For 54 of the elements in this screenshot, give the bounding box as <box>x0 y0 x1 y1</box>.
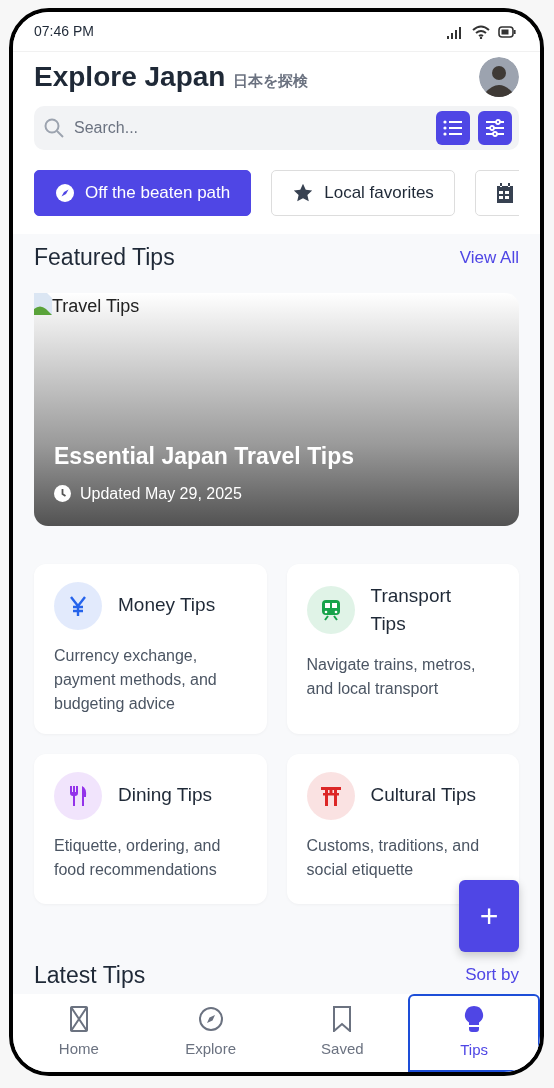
nav-tab[interactable]: Saved <box>276 994 409 1072</box>
list-view-button[interactable] <box>436 111 470 145</box>
frame-icon <box>69 1005 88 1032</box>
category-description: Customs, traditions, and social etiquette <box>306 835 481 880</box>
category-title: Transport Tips <box>370 583 453 636</box>
star-icon <box>292 182 315 204</box>
compass-icon <box>197 1005 224 1032</box>
nav-tab[interactable]: Explore <box>144 994 277 1072</box>
battery-icon <box>498 25 516 38</box>
category-title: Cultural Tips <box>370 783 477 808</box>
category-description: Etiquette, ordering, and food recommendations <box>54 835 222 880</box>
broken-image-icon <box>34 292 52 315</box>
section-heading: Featured Tips <box>34 243 175 272</box>
status-time: 07:46 PM <box>34 22 94 41</box>
section-heading: Latest Tips <box>34 960 146 990</box>
avatar <box>479 57 519 97</box>
signal-icon <box>446 24 464 39</box>
list-icon <box>443 120 463 136</box>
category-card[interactable]: Transport Tips Navigate trains, metros, and local transport <box>286 563 519 734</box>
filter-button[interactable] <box>478 111 512 145</box>
add-button[interactable]: + <box>459 880 519 952</box>
fork-knife-icon <box>68 784 88 807</box>
filter-chip[interactable]: Off the beaten path <box>34 170 252 216</box>
filter-chip[interactable]: Local favorites <box>271 170 455 216</box>
page-title: Explore Japan <box>34 60 226 94</box>
wifi-icon <box>472 24 490 39</box>
category-card[interactable]: Dining Tips Etiquette, ordering, and food recommendations <box>34 753 267 904</box>
search-input[interactable]: Search... <box>72 115 428 141</box>
sliders-icon <box>485 119 505 137</box>
clock-icon <box>54 485 71 502</box>
nav-tab[interactable]: Tips <box>408 994 540 1072</box>
updated-date: Updated May 29, 2025 <box>80 483 242 504</box>
image-alt-text: Travel Tips <box>52 294 140 318</box>
train-icon <box>320 599 341 621</box>
filter-chip[interactable] <box>474 170 519 216</box>
view-all-link[interactable]: View All <box>459 244 519 270</box>
category-description: Currency exchange, payment methods, and budgeting advice <box>54 645 218 714</box>
yen-icon <box>69 594 87 617</box>
bookmark-icon <box>333 1005 352 1032</box>
search-icon <box>44 118 64 138</box>
torii-gate-icon <box>319 784 342 807</box>
search-field[interactable]: Search... <box>34 106 519 150</box>
category-card[interactable]: Cultural Tips Customs, traditions, and social etiquette <box>286 753 519 904</box>
compass-icon <box>55 183 75 203</box>
category-card[interactable]: Money Tips Currency exchange, payment methods, and budgeting advice <box>34 563 267 734</box>
lightbulb-icon <box>463 1004 486 1033</box>
category-description: Navigate trains, metros, and local transport <box>306 654 477 699</box>
calendar-icon <box>495 182 514 204</box>
featured-title: Essential Japan Travel Tips <box>54 442 355 471</box>
category-title: Dining Tips <box>118 783 212 808</box>
page-subtitle: 日本を探検 <box>233 71 309 91</box>
nav-tab[interactable]: Home <box>13 994 145 1072</box>
sort-by-link[interactable]: Sort by <box>465 962 519 988</box>
category-title: Money Tips <box>118 593 216 618</box>
